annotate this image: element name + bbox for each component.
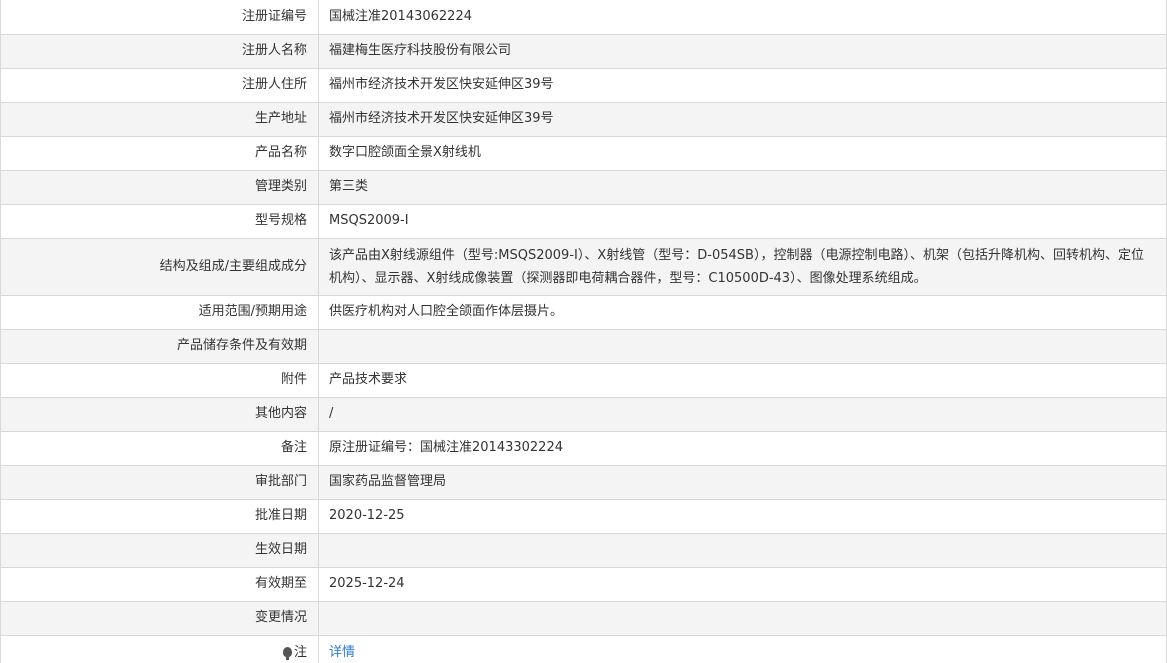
field-label: 附件 xyxy=(0,363,319,398)
table-row: 变更情况 xyxy=(0,601,1167,636)
field-label: 注册证编号 xyxy=(0,0,319,35)
table-row: 附件 产品技术要求 xyxy=(0,363,1167,398)
table-row: 结构及组成/主要组成成分 该产品由X射线源组件（型号:MSQS2009-Ⅰ）、X… xyxy=(0,238,1167,296)
field-value: 第三类 xyxy=(318,170,1167,205)
lightbulb-icon xyxy=(282,646,292,660)
table-row: 注册证编号 国械注准20143062224 xyxy=(0,0,1167,35)
field-value xyxy=(318,601,1167,636)
table-row: 批准日期 2020-12-25 xyxy=(0,499,1167,534)
field-label: 生效日期 xyxy=(0,533,319,568)
note-value-cell: 详情 xyxy=(318,635,1167,663)
table-row: 产品名称 数字口腔颌面全景X射线机 xyxy=(0,136,1167,171)
field-value: 福州市经济技术开发区快安延伸区39号 xyxy=(318,102,1167,137)
field-label: 管理类别 xyxy=(0,170,319,205)
field-value: 产品技术要求 xyxy=(318,363,1167,398)
table-row: 备注 原注册证编号：国械注准20143302224 xyxy=(0,431,1167,466)
field-value: 福建梅生医疗科技股份有限公司 xyxy=(318,34,1167,69)
field-value: 供医疗机构对人口腔全颌面作体层摄片。 xyxy=(318,295,1167,330)
table-row: 审批部门 国家药品监督管理局 xyxy=(0,465,1167,500)
table-row: 管理类别 第三类 xyxy=(0,170,1167,205)
field-label: 变更情况 xyxy=(0,601,319,636)
field-value xyxy=(318,329,1167,364)
note-label: 注 xyxy=(293,644,307,660)
field-value: 国械注准20143062224 xyxy=(318,0,1167,35)
field-label: 审批部门 xyxy=(0,465,319,500)
field-value: 该产品由X射线源组件（型号:MSQS2009-Ⅰ）、X射线管（型号：D-054S… xyxy=(318,238,1167,296)
field-label: 适用范围/预期用途 xyxy=(0,295,319,330)
field-value xyxy=(318,533,1167,568)
table-row: 适用范围/预期用途 供医疗机构对人口腔全颌面作体层摄片。 xyxy=(0,295,1167,330)
field-label: 批准日期 xyxy=(0,499,319,534)
table-row: 有效期至 2025-12-24 xyxy=(0,567,1167,602)
note-label-cell: 注 xyxy=(0,635,319,663)
field-value: 2020-12-25 xyxy=(318,499,1167,534)
table-row: 注册人名称 福建梅生医疗科技股份有限公司 xyxy=(0,34,1167,69)
note-row: 注 详情 xyxy=(0,635,1167,663)
field-label: 注册人住所 xyxy=(0,68,319,103)
field-value: 原注册证编号：国械注准20143302224 xyxy=(318,431,1167,466)
field-value: / xyxy=(318,397,1167,432)
table-row: 产品储存条件及有效期 xyxy=(0,329,1167,364)
field-value: 数字口腔颌面全景X射线机 xyxy=(318,136,1167,171)
table-row: 其他内容 / xyxy=(0,397,1167,432)
table-row: 注册人住所 福州市经济技术开发区快安延伸区39号 xyxy=(0,68,1167,103)
field-label: 有效期至 xyxy=(0,567,319,602)
field-label: 产品储存条件及有效期 xyxy=(0,329,319,364)
table-row: 型号规格 MSQS2009-Ⅰ xyxy=(0,204,1167,239)
field-value: MSQS2009-Ⅰ xyxy=(318,204,1167,239)
table-row: 生产地址 福州市经济技术开发区快安延伸区39号 xyxy=(0,102,1167,137)
field-label: 注册人名称 xyxy=(0,34,319,69)
field-label: 结构及组成/主要组成成分 xyxy=(0,238,319,296)
field-value: 福州市经济技术开发区快安延伸区39号 xyxy=(318,68,1167,103)
field-label: 型号规格 xyxy=(0,204,319,239)
field-value: 国家药品监督管理局 xyxy=(318,465,1167,500)
registration-detail-table: 注册证编号 国械注准20143062224 注册人名称 福建梅生医疗科技股份有限… xyxy=(0,0,1167,663)
details-link[interactable]: 详情 xyxy=(329,645,355,660)
field-label: 产品名称 xyxy=(0,136,319,171)
field-label: 其他内容 xyxy=(0,397,319,432)
field-value: 2025-12-24 xyxy=(318,567,1167,602)
table-row: 生效日期 xyxy=(0,533,1167,568)
field-label: 生产地址 xyxy=(0,102,319,137)
field-label: 备注 xyxy=(0,431,319,466)
